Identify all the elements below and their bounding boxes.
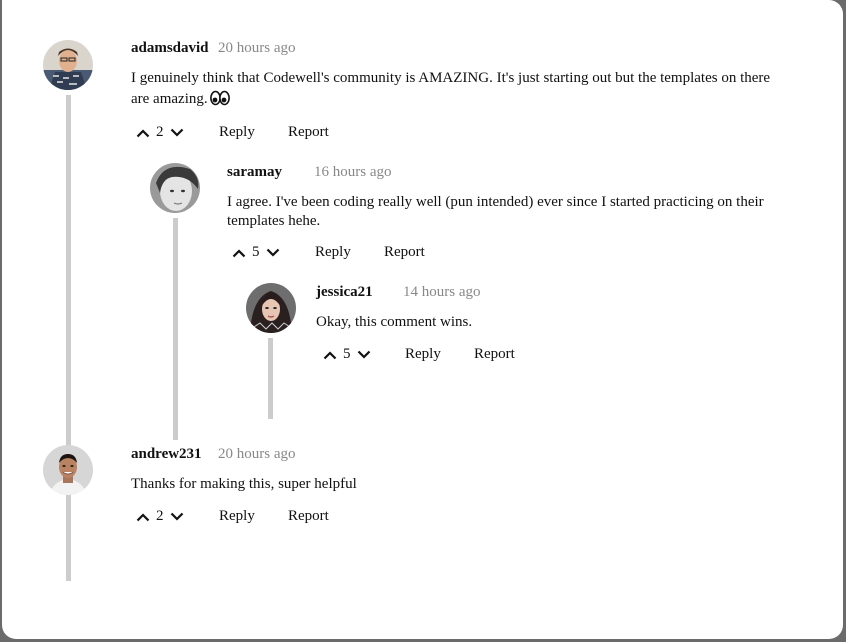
- upvote-icon[interactable]: [322, 346, 338, 366]
- comment-actions: 5 Reply Report: [231, 244, 491, 264]
- report-button[interactable]: Report: [474, 346, 515, 363]
- report-button[interactable]: Report: [384, 244, 425, 261]
- thread-line: [173, 218, 178, 440]
- comment-timestamp: 14 hours ago: [403, 284, 481, 300]
- upvote-icon[interactable]: [231, 244, 247, 264]
- reply-button[interactable]: Reply: [219, 124, 255, 141]
- vote-count: 5: [343, 346, 351, 362]
- comments-panel: adamsdavid 20 hours ago I genuinely thin…: [2, 0, 843, 639]
- report-button[interactable]: Report: [288, 508, 329, 525]
- comment-username[interactable]: saramay: [227, 164, 282, 181]
- thread-line: [268, 338, 273, 419]
- upvote-icon[interactable]: [135, 508, 151, 528]
- vote-count: 2: [156, 508, 164, 524]
- comment-body: I genuinely think that Codewell's commun…: [131, 68, 791, 113]
- comment-actions: 2 Reply Report: [135, 508, 395, 528]
- downvote-icon[interactable]: [265, 244, 281, 264]
- eyes-emoji-icon: [209, 90, 230, 113]
- avatar[interactable]: [43, 445, 93, 495]
- user-photo-icon: [246, 283, 296, 333]
- downvote-icon[interactable]: [169, 124, 185, 144]
- comment-timestamp: 20 hours ago: [218, 40, 296, 56]
- comment-username[interactable]: adamsdavid: [131, 40, 209, 57]
- comment-username[interactable]: andrew231: [131, 446, 202, 463]
- user-photo-icon: [43, 445, 93, 495]
- user-photo-icon: [43, 40, 93, 90]
- comment-body: Okay, this comment wins.: [316, 314, 473, 330]
- comment-username[interactable]: jessica21: [316, 284, 373, 301]
- comment-actions: 5 Reply Report: [322, 346, 582, 366]
- reply-button[interactable]: Reply: [219, 508, 255, 525]
- user-photo-icon: [150, 163, 200, 213]
- comment-body: Thanks for making this, super helpful: [131, 476, 357, 492]
- comment-timestamp: 20 hours ago: [218, 446, 296, 462]
- downvote-icon[interactable]: [356, 346, 372, 366]
- downvote-icon[interactable]: [169, 508, 185, 528]
- avatar[interactable]: [150, 163, 200, 213]
- upvote-icon[interactable]: [135, 124, 151, 144]
- comment-body: I agree. I've been coding really well (p…: [227, 194, 764, 229]
- avatar[interactable]: [43, 40, 93, 90]
- reply-button[interactable]: Reply: [315, 244, 351, 261]
- avatar[interactable]: [246, 283, 296, 333]
- reply-button[interactable]: Reply: [405, 346, 441, 363]
- thread-line: [66, 95, 71, 581]
- comment-timestamp: 16 hours ago: [314, 164, 392, 180]
- report-button[interactable]: Report: [288, 124, 329, 141]
- vote-count: 2: [156, 124, 164, 140]
- vote-count: 5: [252, 244, 260, 260]
- comment-actions: 2 Reply Report: [135, 124, 395, 144]
